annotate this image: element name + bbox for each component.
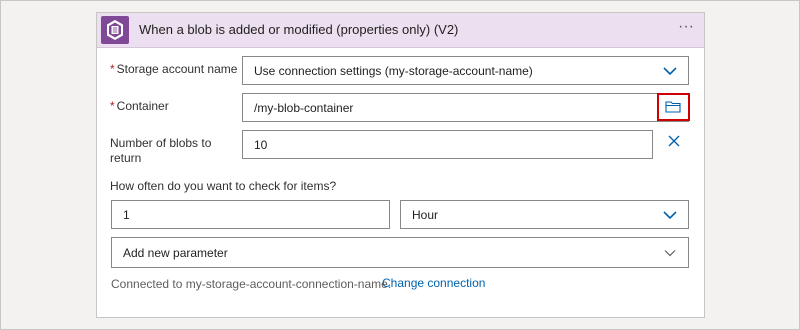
change-connection-link[interactable]: Change connection — [382, 276, 485, 290]
storage-account-label-text: Storage account name — [116, 62, 238, 76]
card-title: When a blob is added or modified (proper… — [139, 22, 459, 37]
number-of-blobs-label-line1: Number of blobs to — [110, 136, 212, 150]
number-of-blobs-input[interactable]: 10 — [242, 130, 653, 159]
interval-value: 1 — [123, 208, 130, 222]
connection-status-text: Connected to my-storage-account-connecti… — [111, 277, 392, 291]
container-input[interactable]: /my-blob-container — [242, 93, 689, 122]
required-marker: * — [110, 62, 115, 76]
container-value: /my-blob-container — [254, 101, 354, 115]
container-label: * Container — [110, 99, 169, 114]
recurrence-label: How often do you want to check for items… — [110, 179, 337, 193]
chevron-down-icon — [664, 250, 676, 257]
number-of-blobs-label-line2: return — [110, 151, 142, 165]
chevron-down-icon — [663, 67, 677, 76]
add-new-parameter-dropdown[interactable]: Add new parameter — [111, 237, 689, 268]
storage-account-value: Use connection settings (my-storage-acco… — [254, 64, 533, 78]
storage-account-label: * Storage account name — [110, 62, 237, 77]
container-label-text: Container — [116, 99, 169, 113]
number-of-blobs-value: 10 — [254, 138, 268, 152]
required-marker: * — [110, 99, 115, 113]
blob-storage-icon — [101, 16, 129, 44]
frequency-dropdown[interactable]: Hour — [400, 200, 689, 229]
folder-icon — [665, 101, 681, 113]
more-options-button[interactable]: ··· — [674, 17, 698, 41]
storage-account-dropdown[interactable]: Use connection settings (my-storage-acco… — [242, 56, 689, 85]
interval-input[interactable]: 1 — [111, 200, 390, 229]
card-header[interactable]: When a blob is added or modified (proper… — [97, 13, 704, 48]
number-of-blobs-label: Number of blobs to return — [110, 136, 211, 166]
chevron-down-icon — [663, 211, 677, 220]
frequency-value: Hour — [412, 208, 439, 222]
add-new-parameter-label: Add new parameter — [123, 246, 228, 260]
trigger-card: When a blob is added or modified (proper… — [96, 12, 705, 318]
container-picker-button[interactable] — [657, 93, 690, 121]
close-icon[interactable] — [666, 133, 682, 149]
